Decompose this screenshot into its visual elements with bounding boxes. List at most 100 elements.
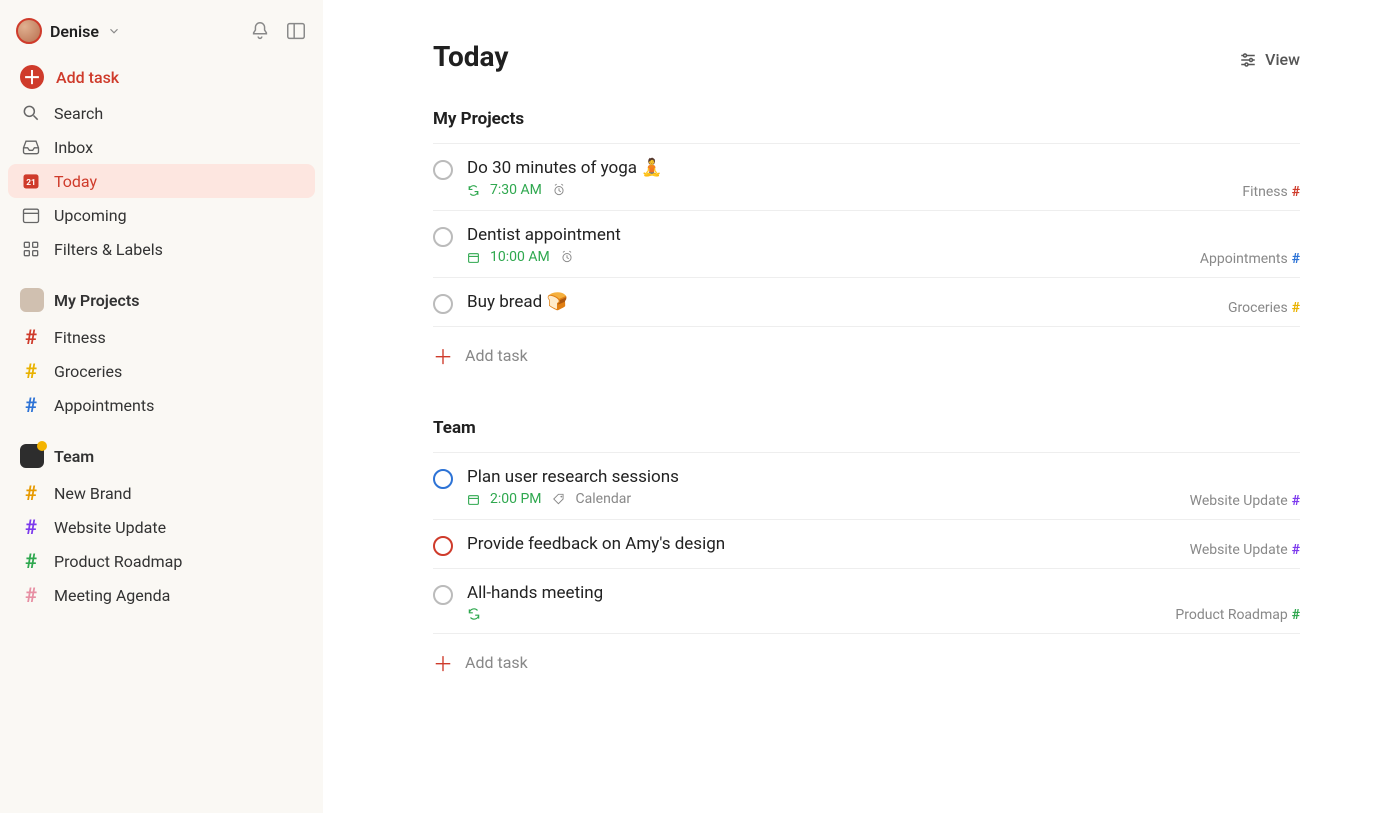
task-checkbox[interactable] [433, 227, 453, 247]
date-icon [467, 251, 480, 264]
sidebar-toggle-icon[interactable] [285, 20, 307, 42]
task-groups: My Projects Do 30 minutes of yoga 🧘7:30 A… [433, 109, 1300, 685]
recurring-icon [467, 184, 480, 197]
hash-icon: # [20, 585, 42, 605]
task-row[interactable]: All-hands meeting Product Roadmap# [433, 568, 1300, 633]
chevron-down-icon [107, 24, 121, 38]
project-item-product-roadmap[interactable]: # Product Roadmap [8, 544, 315, 578]
nav-item-search[interactable]: Search [8, 96, 315, 130]
hash-icon: # [1292, 607, 1300, 623]
task-row[interactable]: Provide feedback on Amy's designWebsite … [433, 519, 1300, 568]
task-project-label: Groceries [1228, 300, 1288, 316]
task-project[interactable]: Website Update# [1190, 542, 1300, 558]
task-time: 2:00 PM [490, 491, 542, 507]
svg-text:21: 21 [26, 178, 36, 188]
grid-icon [20, 239, 42, 259]
task-body: Buy bread 🍞 [467, 292, 1300, 312]
calendar-icon [20, 205, 42, 225]
project-item-groceries[interactable]: # Groceries [8, 354, 315, 388]
task-row[interactable]: Plan user research sessions 2:00 PM Calend… [433, 452, 1300, 519]
nav-item-upcoming[interactable]: Upcoming [8, 198, 315, 232]
page-title: Today [433, 40, 1300, 73]
date-icon [467, 493, 480, 506]
project-label: Product Roadmap [54, 552, 182, 571]
hash-icon: # [20, 483, 42, 503]
view-button[interactable]: View [1239, 50, 1300, 69]
task-body: Do 30 minutes of yoga 🧘7:30 AM [467, 158, 1300, 198]
nav-label: Upcoming [54, 206, 127, 225]
task-row[interactable]: Dentist appointment 10:00 AMAppointments# [433, 210, 1300, 277]
add-task-button[interactable]: ＋ Add task [8, 58, 315, 96]
task-row[interactable]: Buy bread 🍞Groceries# [433, 277, 1300, 326]
nav-label: Inbox [54, 138, 93, 157]
task-checkbox[interactable] [433, 160, 453, 180]
calendar-day-icon: 21 [20, 171, 42, 191]
task-project[interactable]: Appointments# [1200, 251, 1300, 267]
project-list: #Fitness # Groceries #Appointments [8, 320, 315, 422]
project-item-appointments[interactable]: #Appointments [8, 388, 315, 422]
sliders-icon [1239, 51, 1257, 69]
workspace-header-team[interactable]: Team [8, 436, 315, 476]
project-item-fitness[interactable]: #Fitness [8, 320, 315, 354]
task-checkbox[interactable] [433, 469, 453, 489]
hash-icon: # [1292, 184, 1300, 200]
task-checkbox[interactable] [433, 294, 453, 314]
project-item-new-brand[interactable]: #New Brand [8, 476, 315, 510]
inbox-icon [20, 137, 42, 157]
task-row[interactable]: Do 30 minutes of yoga 🧘7:30 AMFitness# [433, 143, 1300, 210]
task-project[interactable]: Website Update# [1190, 493, 1300, 509]
username: Denise [50, 22, 99, 41]
hash-icon: # [20, 551, 42, 571]
bell-icon[interactable] [249, 20, 271, 42]
group-title: Team [433, 418, 1300, 446]
workspaces: My Projects#Fitness # Groceries #Appointmen… [8, 266, 315, 612]
hash-icon: # [20, 395, 42, 415]
task-project-label: Website Update [1190, 493, 1288, 509]
project-list: #New Brand#Website Update#Product Roadma… [8, 476, 315, 612]
project-item-meeting-agenda[interactable]: #Meeting Agenda [8, 578, 315, 612]
workspace-avatar [20, 288, 44, 312]
task-title: Provide feedback on Amy's design [467, 534, 1300, 554]
task-project-label: Appointments [1200, 251, 1288, 267]
hash-icon: # [1292, 493, 1300, 509]
task-group: My Projects Do 30 minutes of yoga 🧘7:30 A… [433, 109, 1300, 378]
nav-label: Search [54, 104, 103, 123]
recurring-icon [467, 607, 481, 621]
add-task-button[interactable]: ＋Add task [433, 633, 1300, 685]
hash-icon: # [1292, 542, 1300, 558]
add-task-label: Add task [56, 68, 119, 87]
hash-icon: # [20, 517, 42, 537]
nav-item-today[interactable]: 21Today [8, 164, 315, 198]
task-project[interactable]: Fitness# [1242, 184, 1300, 200]
sidebar-header: Denise [8, 18, 315, 58]
task-project[interactable]: Product Roadmap# [1175, 607, 1300, 623]
task-group: Team Plan user research sessions 2:00 PM Ca… [433, 418, 1300, 685]
task-body: Dentist appointment 10:00 AM [467, 225, 1300, 265]
header-icon-group [249, 20, 307, 42]
task-title: Dentist appointment [467, 225, 1300, 245]
workspace-avatar [20, 444, 44, 468]
workspace-header-my-projects[interactable]: My Projects [8, 280, 315, 320]
hash-icon: # [20, 361, 42, 381]
task-title: Plan user research sessions [467, 467, 1300, 487]
task-meta: 10:00 AM [467, 249, 1300, 265]
task-checkbox[interactable] [433, 585, 453, 605]
add-task-button[interactable]: ＋Add task [433, 326, 1300, 378]
user-menu-button[interactable]: Denise [16, 18, 121, 44]
workspace-title: Team [54, 447, 94, 466]
nav-item-inbox[interactable]: Inbox [8, 130, 315, 164]
task-title: Buy bread 🍞 [467, 292, 1300, 312]
project-label: Groceries [54, 362, 122, 381]
plus-circle-icon: ＋ [20, 65, 44, 89]
task-body: Plan user research sessions 2:00 PM Calend… [467, 467, 1300, 507]
project-item-website-update[interactable]: #Website Update [8, 510, 315, 544]
nav-item-filters-labels[interactable]: Filters & Labels [8, 232, 315, 266]
alarm-icon [560, 250, 574, 264]
task-label: Calendar [576, 491, 632, 507]
task-project[interactable]: Groceries# [1228, 300, 1300, 316]
task-title: All-hands meeting [467, 583, 1300, 603]
hash-icon: # [1292, 300, 1300, 316]
plus-icon: ＋ [433, 341, 453, 370]
group-title: My Projects [433, 109, 1300, 137]
task-checkbox[interactable] [433, 536, 453, 556]
